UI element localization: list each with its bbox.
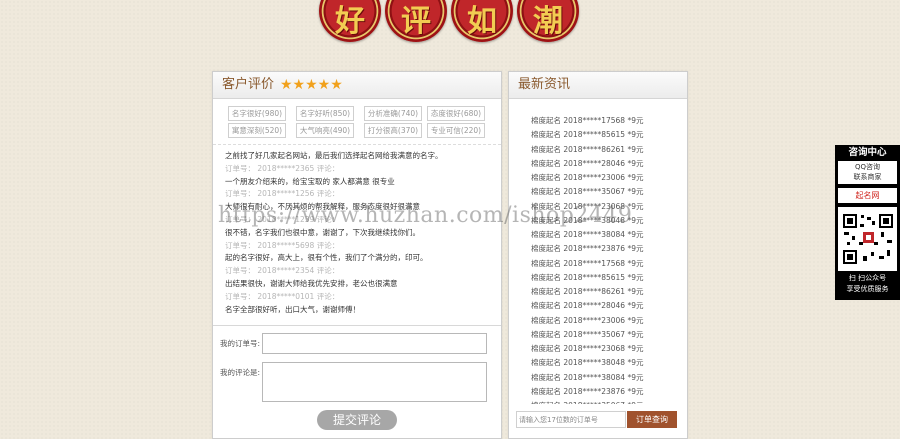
review-tag[interactable]: 名字好听(850) bbox=[296, 106, 354, 121]
qr-code-icon bbox=[838, 207, 897, 271]
news-item[interactable]: 棉度起名 2018*****85615 *9元 bbox=[531, 128, 681, 142]
news-item[interactable]: 棉度起名 2018*****23068 *9元 bbox=[531, 342, 681, 356]
review-order-line: 订单号： 2018*****2354 评论： bbox=[225, 266, 340, 276]
news-item[interactable]: 棉度起名 2018*****23876 *9元 bbox=[531, 242, 681, 256]
comment-textarea[interactable] bbox=[262, 362, 487, 402]
review-order-line: 订单号： 2018*****2365 评论： bbox=[225, 163, 340, 173]
review-tag[interactable]: 打分很高(370) bbox=[364, 123, 422, 138]
reviews-header: 客户评价 ★★★★★ bbox=[213, 72, 501, 99]
qq-line-1: QQ咨询 bbox=[854, 163, 881, 171]
review-tag[interactable]: 分析准确(740) bbox=[364, 106, 422, 121]
review-tag[interactable]: 寓意深刻(520) bbox=[228, 123, 286, 138]
news-header: 最新资讯 bbox=[509, 72, 687, 99]
news-item[interactable]: 棉度起名 2018*****17568 *9元 bbox=[531, 114, 681, 128]
site-name-badge[interactable]: 起名网 bbox=[838, 188, 897, 203]
consult-footer: 扫 扫公众号 享受优质服务 bbox=[835, 273, 900, 295]
divider bbox=[213, 144, 501, 145]
review-tag[interactable]: 专业可信(220) bbox=[427, 123, 485, 138]
reviews-title: 客户评价 bbox=[222, 77, 275, 92]
review-text: 出结果很快，谢谢大师给我优先安排，老公也很满意 bbox=[225, 278, 398, 288]
news-item[interactable]: 棉度起名 2018*****38084 *9元 bbox=[531, 228, 681, 242]
review-order-line: 订单号： 2018*****1256 评论： bbox=[225, 189, 340, 199]
header-seals: 好 评 如 潮 bbox=[319, 0, 579, 46]
seal-3: 如 bbox=[451, 0, 513, 42]
review-feed[interactable]: 之前找了好几家起名网站，最后我们选择起名网给我满意的名字。 订单号： 2018**… bbox=[225, 150, 493, 324]
reviews-panel: 客户评价 ★★★★★ 名字很好(980) 名字好听(850) 分析准确(740)… bbox=[212, 71, 502, 439]
news-item[interactable]: 棉度起名 2018*****38084 *9元 bbox=[531, 371, 681, 385]
seal-char: 好 bbox=[335, 4, 365, 39]
news-item[interactable]: 棉度起名 2018*****86261 *9元 bbox=[531, 285, 681, 299]
submit-review-button[interactable]: 提交评论 bbox=[317, 410, 397, 430]
qr-code-graphic bbox=[840, 212, 895, 266]
seal-char: 评 bbox=[401, 4, 431, 39]
news-item[interactable]: 棉度起名 2018*****38048 *9元 bbox=[531, 356, 681, 370]
news-panel: 最新资讯 棉度起名 2018*****17568 *9元 棉度起名 2018***… bbox=[508, 71, 688, 439]
review-order-line: 订单号： 2018*****5698 评论： bbox=[225, 240, 340, 250]
seal-1: 好 bbox=[319, 0, 381, 42]
divider bbox=[213, 325, 501, 326]
news-item[interactable]: 棉度起名 2018*****35067 *9元 bbox=[531, 399, 681, 404]
review-text: 之前找了好几家起名网站，最后我们选择起名网给我满意的名字。 bbox=[225, 151, 443, 160]
news-item[interactable]: 棉度起名 2018*****85615 *9元 bbox=[531, 271, 681, 285]
order-query-button[interactable]: 订单查询 bbox=[627, 411, 677, 428]
seal-4: 潮 bbox=[517, 0, 579, 42]
consult-footer-line-2: 享受优质服务 bbox=[846, 285, 889, 293]
seal-2: 评 bbox=[385, 0, 447, 42]
review-text: 名字全部很好听，出口大气，谢谢师傅！ bbox=[225, 304, 360, 314]
news-list[interactable]: 棉度起名 2018*****17568 *9元 棉度起名 2018*****856… bbox=[531, 114, 681, 404]
news-item[interactable]: 棉度起名 2018*****23876 *9元 bbox=[531, 385, 681, 399]
comment-label: 我的评论是: bbox=[220, 368, 261, 377]
review-tag[interactable]: 名字很好(980) bbox=[228, 106, 286, 121]
qq-line-2: 联系商家 bbox=[853, 173, 882, 181]
consult-widget: 咨询中心 QQ咨询 联系商家 起名网 扫 扫公众号 享受优质服务 bbox=[835, 145, 900, 300]
news-item[interactable]: 棉度起名 2018*****35067 *9元 bbox=[531, 185, 681, 199]
watermark: https://www.huzhan.com/ishop2449 bbox=[218, 203, 633, 228]
order-number-label: 我的订单号: bbox=[220, 339, 261, 348]
news-item[interactable]: 棉度起名 2018*****23006 *9元 bbox=[531, 314, 681, 328]
review-tag[interactable]: 态度很好(680) bbox=[427, 106, 485, 121]
news-title: 最新资讯 bbox=[518, 77, 571, 92]
rating-stars-icon: ★★★★★ bbox=[280, 77, 343, 93]
order-query-input[interactable]: 请输入您17位数的订单号 bbox=[516, 411, 626, 428]
review-text: 起的名字很好，高大上，很有个性，我们了个满分的，印可。 bbox=[225, 253, 428, 263]
news-item[interactable]: 棉度起名 2018*****17568 *9元 bbox=[531, 257, 681, 271]
news-item[interactable]: 棉度起名 2018*****28046 *9元 bbox=[531, 157, 681, 171]
review-text: 一个朋友介绍来的，给宝宝取的 家人都满意 很专业 bbox=[225, 176, 395, 186]
review-order-line: 订单号： 2018*****0101 评论： bbox=[225, 291, 340, 301]
news-item[interactable]: 棉度起名 2018*****35067 *9元 bbox=[531, 328, 681, 342]
review-tag[interactable]: 大气响亮(490) bbox=[296, 123, 354, 138]
news-item[interactable]: 棉度起名 2018*****23006 *9元 bbox=[531, 171, 681, 185]
consult-title: 咨询中心 bbox=[848, 147, 887, 158]
order-number-input[interactable] bbox=[262, 333, 487, 354]
seal-char: 潮 bbox=[533, 4, 563, 39]
news-item[interactable]: 棉度起名 2018*****86261 *9元 bbox=[531, 143, 681, 157]
qq-consult-button[interactable]: QQ咨询 联系商家 bbox=[838, 161, 897, 184]
consult-footer-line-1: 扫 扫公众号 bbox=[848, 274, 887, 282]
review-text: 很不错，名字我们也很中意，谢谢了，下次我继续找你们。 bbox=[225, 227, 420, 237]
news-item[interactable]: 棉度起名 2018*****28046 *9元 bbox=[531, 299, 681, 313]
seal-char: 如 bbox=[467, 4, 497, 39]
